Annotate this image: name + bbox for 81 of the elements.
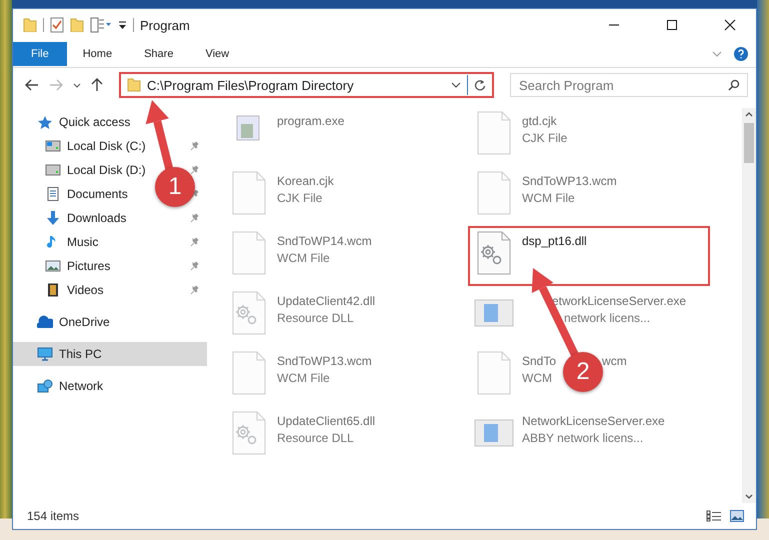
recent-icon[interactable] bbox=[73, 82, 81, 88]
file-type: WCM bbox=[522, 371, 552, 385]
file-type: CJK File bbox=[277, 191, 322, 205]
sidebar-item[interactable]: OneDrive bbox=[13, 310, 110, 334]
cloud-icon bbox=[37, 315, 53, 329]
sidebar-item[interactable]: Downloads bbox=[45, 206, 126, 230]
pin-icon[interactable] bbox=[190, 166, 199, 174]
sidebar-item[interactable]: Pictures bbox=[45, 254, 110, 278]
back-icon[interactable] bbox=[25, 79, 39, 91]
pin-icon[interactable] bbox=[190, 262, 199, 270]
minimize-icon[interactable] bbox=[608, 24, 620, 26]
file-type: WCM File bbox=[277, 371, 330, 385]
monitor-icon bbox=[37, 347, 53, 361]
file-name: NetworkLicenseServer.exe bbox=[522, 414, 665, 428]
search-icon bbox=[728, 79, 740, 91]
pin-icon[interactable] bbox=[190, 214, 199, 222]
pin-icon[interactable] bbox=[190, 286, 199, 294]
file-name: program.exe bbox=[277, 114, 344, 128]
file-type: ABBY network licens... bbox=[522, 431, 644, 445]
sidebar-item[interactable]: Documents bbox=[45, 182, 128, 206]
sidebar-item[interactable]: Local Disk (D:) bbox=[45, 158, 146, 182]
file-name: Korean.cjk bbox=[277, 174, 334, 188]
address-bar[interactable]: C:\Program Files\Program Directory bbox=[119, 72, 494, 98]
sidebar-item[interactable]: Videos bbox=[45, 278, 104, 302]
file-name: gtd.cjk bbox=[522, 114, 557, 128]
download-icon bbox=[45, 211, 61, 225]
sidebar-item[interactable]: Music bbox=[45, 230, 98, 254]
details-view-icon[interactable] bbox=[706, 510, 722, 522]
scroll-thumb[interactable] bbox=[744, 123, 754, 163]
file-name: SndToWP13.wcm bbox=[522, 174, 617, 188]
window-title: Program bbox=[140, 18, 190, 32]
chevron-icon[interactable] bbox=[712, 51, 722, 57]
folder-icon bbox=[127, 78, 141, 92]
file-name: SndTo bbox=[522, 354, 556, 368]
file-type: network licens... bbox=[564, 311, 650, 325]
properties-icon[interactable] bbox=[90, 17, 112, 33]
drive-icon bbox=[45, 139, 61, 153]
close-icon[interactable] bbox=[724, 19, 736, 31]
sidebar-item[interactable]: Local Disk (C:) bbox=[45, 134, 146, 158]
refresh-icon[interactable] bbox=[474, 79, 486, 91]
document-icon bbox=[45, 187, 61, 201]
scroll-down-icon[interactable] bbox=[745, 494, 753, 499]
file-name: wcm bbox=[602, 354, 627, 368]
maximize-icon[interactable] bbox=[666, 19, 678, 31]
file-name: dsp_pt16.dll bbox=[522, 234, 587, 248]
file-type: WCM File bbox=[277, 251, 330, 265]
star-icon bbox=[37, 115, 53, 129]
search-field[interactable]: Search Program bbox=[510, 73, 748, 97]
file-name: SndToWP14.wcm bbox=[277, 234, 372, 248]
picture-icon bbox=[45, 259, 61, 273]
checklist-icon[interactable] bbox=[50, 17, 64, 33]
pin-icon[interactable] bbox=[190, 238, 199, 246]
ribbon-tab[interactable]: View bbox=[189, 42, 246, 66]
file-type: WCM File bbox=[522, 191, 575, 205]
help-icon[interactable] bbox=[734, 47, 748, 61]
dropdown-icon[interactable] bbox=[451, 82, 461, 88]
pin-icon[interactable] bbox=[190, 142, 199, 150]
film-icon bbox=[45, 283, 61, 297]
file-name: SndToWP13.wcm bbox=[277, 354, 372, 368]
ribbon-tab[interactable]: Home bbox=[66, 42, 128, 66]
item-count: 154 items bbox=[27, 509, 80, 523]
dropdown-icon[interactable] bbox=[118, 20, 127, 30]
file-name: UpdateClient42.dll bbox=[277, 294, 376, 308]
file-name: UpdateClient65.dll bbox=[277, 414, 376, 428]
file-type: CJK File bbox=[522, 131, 568, 145]
scrollbar[interactable] bbox=[742, 108, 756, 503]
address-path: C:\Program Files\Program Directory bbox=[147, 78, 355, 92]
file-name: etworkLicenseServer.exe bbox=[552, 294, 686, 308]
file-type: Resource DLL bbox=[277, 311, 354, 325]
sidebar-item[interactable]: This PC bbox=[13, 342, 207, 366]
highlighted-file-item[interactable]: dsp_pt16.dll bbox=[470, 228, 708, 284]
sidebar-item[interactable]: Quick access bbox=[13, 110, 130, 134]
scroll-up-icon[interactable] bbox=[745, 112, 753, 117]
sidebar-item[interactable]: Network bbox=[13, 374, 104, 398]
file-type: Resource DLL bbox=[277, 431, 354, 445]
drive-icon bbox=[45, 163, 61, 177]
up-icon[interactable] bbox=[91, 78, 103, 92]
network-icon bbox=[37, 379, 53, 393]
thumbnail-view-icon[interactable] bbox=[730, 510, 744, 522]
ribbon-tab[interactable]: File bbox=[13, 42, 67, 66]
ribbon-tab[interactable]: Share bbox=[128, 42, 190, 66]
